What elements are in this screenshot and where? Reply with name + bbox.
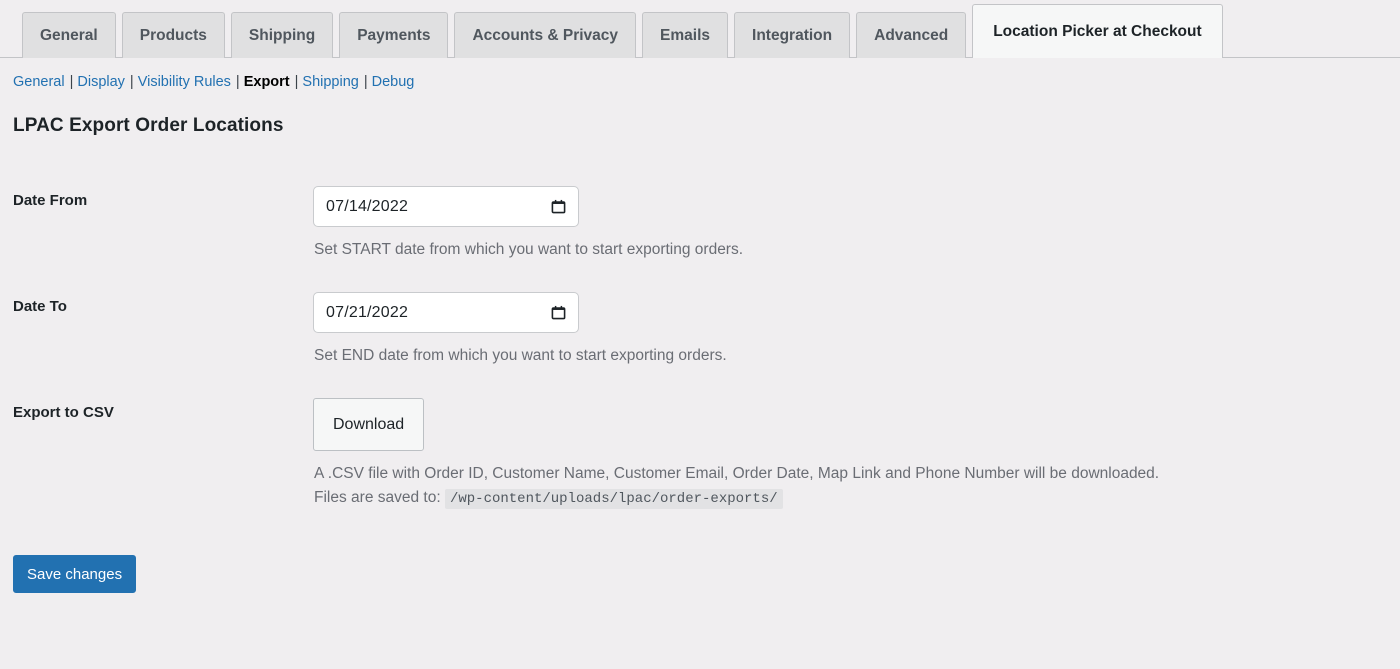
subnav-item-display[interactable]: Display [77, 74, 125, 90]
cell-date-to: 07/21/2022 Set END date from which you w… [313, 277, 1400, 383]
tab-general[interactable]: General [22, 12, 116, 58]
form-row-date-from: Date From 07/14/2022 Set START date from… [0, 171, 1400, 277]
section-subnav: General | Display | Visibility Rules | Export |… [0, 58, 1400, 92]
subnav-separator: | [129, 74, 134, 90]
submit-row: Save changes [0, 555, 1400, 594]
export-csv-description: A .CSV file with Order ID, Customer Name… [314, 462, 1390, 511]
subnav-item-visibility-rules[interactable]: Visibility Rules [138, 74, 231, 90]
subnav-item-general[interactable]: General [13, 74, 65, 90]
tab-shipping[interactable]: Shipping [230, 12, 334, 58]
calendar-icon[interactable] [551, 199, 566, 214]
label-date-from: Date From [13, 192, 88, 210]
date-to-input[interactable]: 07/21/2022 [313, 292, 579, 334]
subnav-separator: | [69, 74, 74, 90]
settings-form-table: Date From 07/14/2022 Set START date from… [0, 171, 1400, 526]
tab-products[interactable]: Products [121, 12, 225, 58]
date-to-value: 07/21/2022 [326, 303, 409, 321]
date-from-input[interactable]: 07/14/2022 [313, 186, 579, 228]
date-from-value: 07/14/2022 [326, 197, 409, 215]
export-csv-description-line1: A .CSV file with Order ID, Customer Name… [314, 465, 1160, 483]
subnav-separator: | [294, 74, 299, 90]
settings-tab-bar: General Products Shipping Payments Accounts … [0, 0, 1400, 58]
page-title: LPAC Export Order Locations [13, 115, 284, 137]
date-from-description: Set START date from which you want to st… [314, 241, 744, 259]
date-to-description: Set END date from which you want to star… [314, 347, 727, 365]
cell-date-from: 07/14/2022 Set START date from which you… [313, 171, 1400, 277]
subnav-item-export: Export [243, 74, 290, 90]
tab-emails[interactable]: Emails [642, 12, 729, 58]
form-row-export-csv: Export to CSV Download A .CSV file with … [0, 383, 1400, 526]
cell-export-csv: Download A .CSV file with Order ID, Cust… [313, 383, 1400, 526]
tab-integration[interactable]: Integration [734, 12, 851, 58]
subnav-item-debug[interactable]: Debug [372, 74, 415, 90]
subnav-separator: | [235, 74, 240, 90]
form-row-date-to: Date To 07/21/2022 Set END date from whi… [0, 277, 1400, 383]
subnav-separator: | [363, 74, 368, 90]
export-csv-path-prefix: Files are saved to: [314, 489, 441, 507]
subnav-item-shipping[interactable]: Shipping [302, 74, 358, 90]
tab-list: General Products Shipping Payments Accounts … [22, 0, 1400, 58]
tab-location-picker-at-checkout[interactable]: Location Picker at Checkout [972, 4, 1223, 58]
download-button[interactable]: Download [313, 398, 425, 452]
save-changes-button[interactable]: Save changes [13, 555, 137, 594]
tab-payments[interactable]: Payments [339, 12, 449, 58]
tab-accounts-privacy[interactable]: Accounts & Privacy [454, 12, 637, 58]
export-path-code: /wp-content/uploads/lpac/order-exports/ [444, 489, 783, 510]
label-date-to: Date To [13, 298, 67, 316]
tab-advanced[interactable]: Advanced [856, 12, 967, 58]
calendar-icon[interactable] [551, 305, 566, 320]
label-export-csv: Export to CSV [13, 404, 114, 422]
